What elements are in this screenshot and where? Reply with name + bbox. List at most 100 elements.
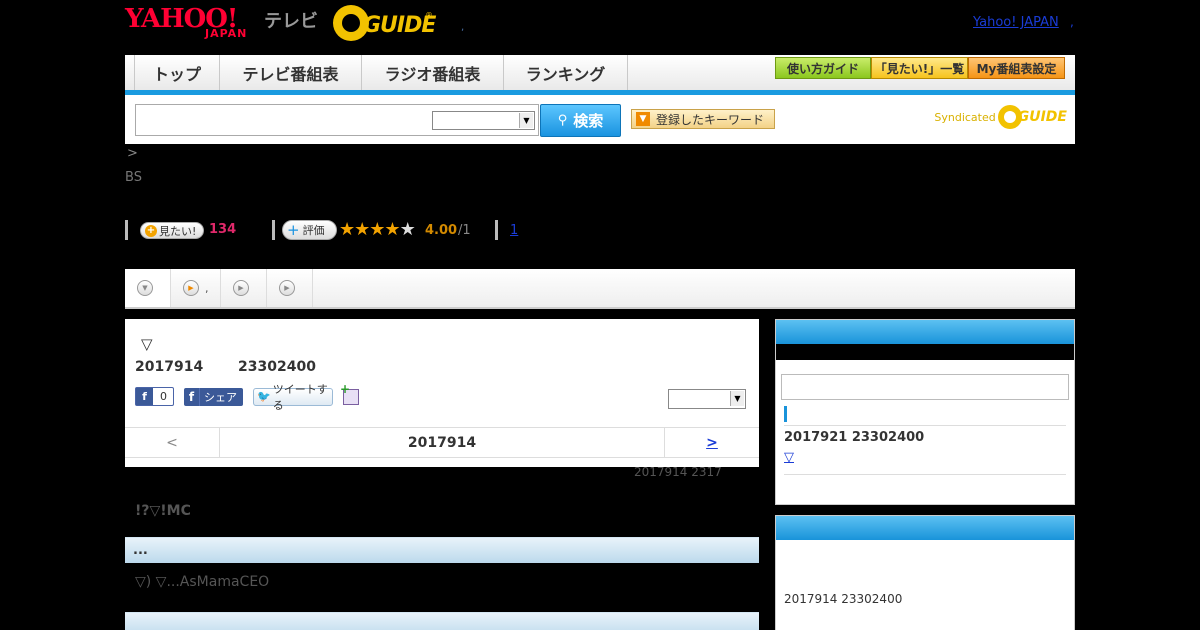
program-title: !?▽!MC (135, 503, 191, 519)
saved-keywords-label: 登録したキーワード (656, 112, 765, 127)
chevron-down-circle-icon: ▼ (137, 280, 153, 296)
next-week-link[interactable]: > (664, 428, 759, 457)
program-panel: ▽ 2017914 23302400 f 0 f シェア 🐦 ツイートする ▼ … (125, 319, 759, 467)
gguide-g-small-icon (997, 105, 1022, 129)
page: YAHOO! JAPAN テレビ GUIDE ® , Yahoo! JAPAN … (0, 0, 1200, 630)
mitai-label: 見たい! (159, 224, 197, 238)
section-header (125, 612, 759, 630)
past-broadcast-date: 2017914 23302400 (784, 592, 903, 606)
star-empty-icon: ★ (399, 219, 416, 240)
nav-tabs: トップ テレビ番組表 ラジオ番組表 ランキング (134, 55, 628, 90)
nav-tab-tv-listings[interactable]: テレビ番組表 (220, 55, 362, 90)
arrow-down-icon: ▼ (636, 112, 650, 126)
date-navigation: < 2017914 > (125, 427, 759, 458)
tv-logo[interactable]: テレビ (264, 7, 318, 33)
divider (784, 474, 1066, 475)
past-broadcast-panel: 2017914 23302400 (775, 515, 1075, 630)
gguide-logo[interactable]: GUIDE ® (333, 5, 436, 41)
side-panel-header (776, 320, 1074, 344)
tweet-label: ツイートする (272, 382, 328, 412)
tab-fourth[interactable]: ▶ (267, 269, 313, 307)
chevron-down-icon: ▼ (519, 113, 533, 128)
share-row: f 0 f シェア 🐦 ツイートする (135, 382, 359, 412)
nav-buttons: 使い方ガイド 「見たい!」一覧 My番組表設定 (775, 57, 1065, 79)
program-description: ▽) ▽...AsMamaCEO (135, 574, 270, 590)
guide-button[interactable]: 使い方ガイド (775, 57, 871, 79)
play-circle-icon: ▶ (279, 280, 295, 296)
rating-count: /1 (458, 223, 471, 238)
divider (272, 220, 275, 240)
add-calendar-icon[interactable] (340, 382, 359, 405)
star-rating: ★★★★★ (339, 219, 416, 240)
tab-second[interactable]: ▶ , (171, 269, 221, 307)
divider (495, 220, 498, 240)
nav-tab-top[interactable]: トップ (135, 55, 220, 90)
main-nav: トップ テレビ番組表 ラジオ番組表 ランキング 使い方ガイド 「見たい!」一覧 … (125, 55, 1075, 95)
detail-tabstrip: ▼ ▶ , ▶ ▶ (125, 269, 1075, 309)
yahoo-japan-logo-text: JAPAN (205, 27, 248, 40)
channel-label: BS (125, 170, 142, 185)
next-broadcast-link[interactable]: ▽ (784, 450, 794, 465)
tweet-button[interactable]: 🐦 ツイートする (253, 383, 333, 412)
side-panel-subheader (776, 344, 1074, 360)
divider (784, 425, 1066, 426)
chevron-down-icon: ▼ (730, 391, 744, 406)
tab-second-label: , (205, 281, 209, 295)
mitai-count: 134 (209, 222, 237, 237)
registered-mark: ® (425, 11, 433, 20)
rating-score: 4.00 (425, 223, 458, 238)
side-panel-header (776, 516, 1074, 540)
section-header: ... (125, 537, 759, 563)
saved-keywords-button[interactable]: ▼ 登録したキーワード (631, 109, 775, 129)
breadcrumb[interactable]: > (127, 146, 138, 161)
rate-button[interactable]: + 評価 (282, 220, 337, 240)
play-circle-icon: ▶ (233, 280, 249, 296)
next-broadcast-date: 2017921 23302400 (784, 430, 925, 445)
current-date: 2017914 (407, 434, 477, 451)
next-broadcast-panel: 2017921 23302400 ▽ (775, 319, 1075, 505)
plus-icon: + (145, 224, 157, 237)
section-header-label: ... (133, 543, 148, 558)
tab-detail[interactable]: ▼ (125, 269, 171, 307)
header: YAHOO! JAPAN テレビ GUIDE ® , Yahoo! JAPAN … (125, 0, 1075, 55)
divider (125, 220, 128, 240)
accent-bar (784, 406, 787, 422)
star-filled-icon: ★ (369, 219, 385, 240)
rate-label: 評価 (302, 224, 325, 237)
side-panel-box (781, 374, 1069, 400)
play-circle-icon: ▶ (183, 280, 199, 296)
facebook-icon: f (136, 388, 153, 405)
facebook-icon: f (184, 387, 200, 406)
header-dot: , (461, 22, 465, 33)
my-listings-settings-button[interactable]: My番組表設定 (968, 57, 1065, 79)
nav-tab-ranking[interactable]: ランキング (504, 55, 628, 90)
search-button[interactable]: ⚲ 検索 (540, 104, 621, 137)
previous-week-button[interactable]: < (125, 428, 220, 457)
facebook-like-button[interactable]: f 0 (135, 387, 174, 406)
syndicated-label: Syndicated (934, 110, 996, 124)
twitter-bird-icon: 🐦 (257, 390, 271, 403)
star-filled-icon: ★ (384, 219, 400, 240)
search-bar: ▼ ⚲ 検索 ▼ 登録したキーワード Syndicated GUIDE (125, 95, 1075, 144)
program-marker: ▽ (141, 335, 153, 353)
tab-third[interactable]: ▶ (221, 269, 267, 307)
facebook-like-count: 0 (160, 390, 167, 403)
program-options-select[interactable]: ▼ (668, 389, 746, 409)
program-date: 2017914 (135, 359, 204, 375)
facebook-share-label: シェア (204, 390, 237, 404)
mitai-list-button[interactable]: 「見たい!」一覧 (871, 57, 968, 79)
magnifier-icon: ⚲ (557, 113, 568, 128)
syndicated-logo-text: GUIDE (1017, 109, 1067, 125)
search-button-label: 検索 (573, 112, 604, 130)
yahoo-japan-link[interactable]: Yahoo! JAPAN (973, 15, 1059, 30)
nav-tab-radio-listings[interactable]: ラジオ番組表 (362, 55, 504, 90)
star-filled-icon: ★ (354, 219, 370, 240)
syndicated-gguide-logo: Syndicated GUIDE (934, 105, 1067, 129)
search-category-select[interactable]: ▼ (432, 111, 535, 130)
mitai-button[interactable]: + 見たい! (140, 222, 204, 239)
facebook-share-button[interactable]: f シェア (184, 387, 243, 406)
updated-timestamp: 2017914 2317 (634, 465, 722, 479)
plus-icon: + (287, 221, 300, 239)
comments-link[interactable]: 1 (510, 223, 518, 238)
program-time: 23302400 (238, 359, 316, 375)
